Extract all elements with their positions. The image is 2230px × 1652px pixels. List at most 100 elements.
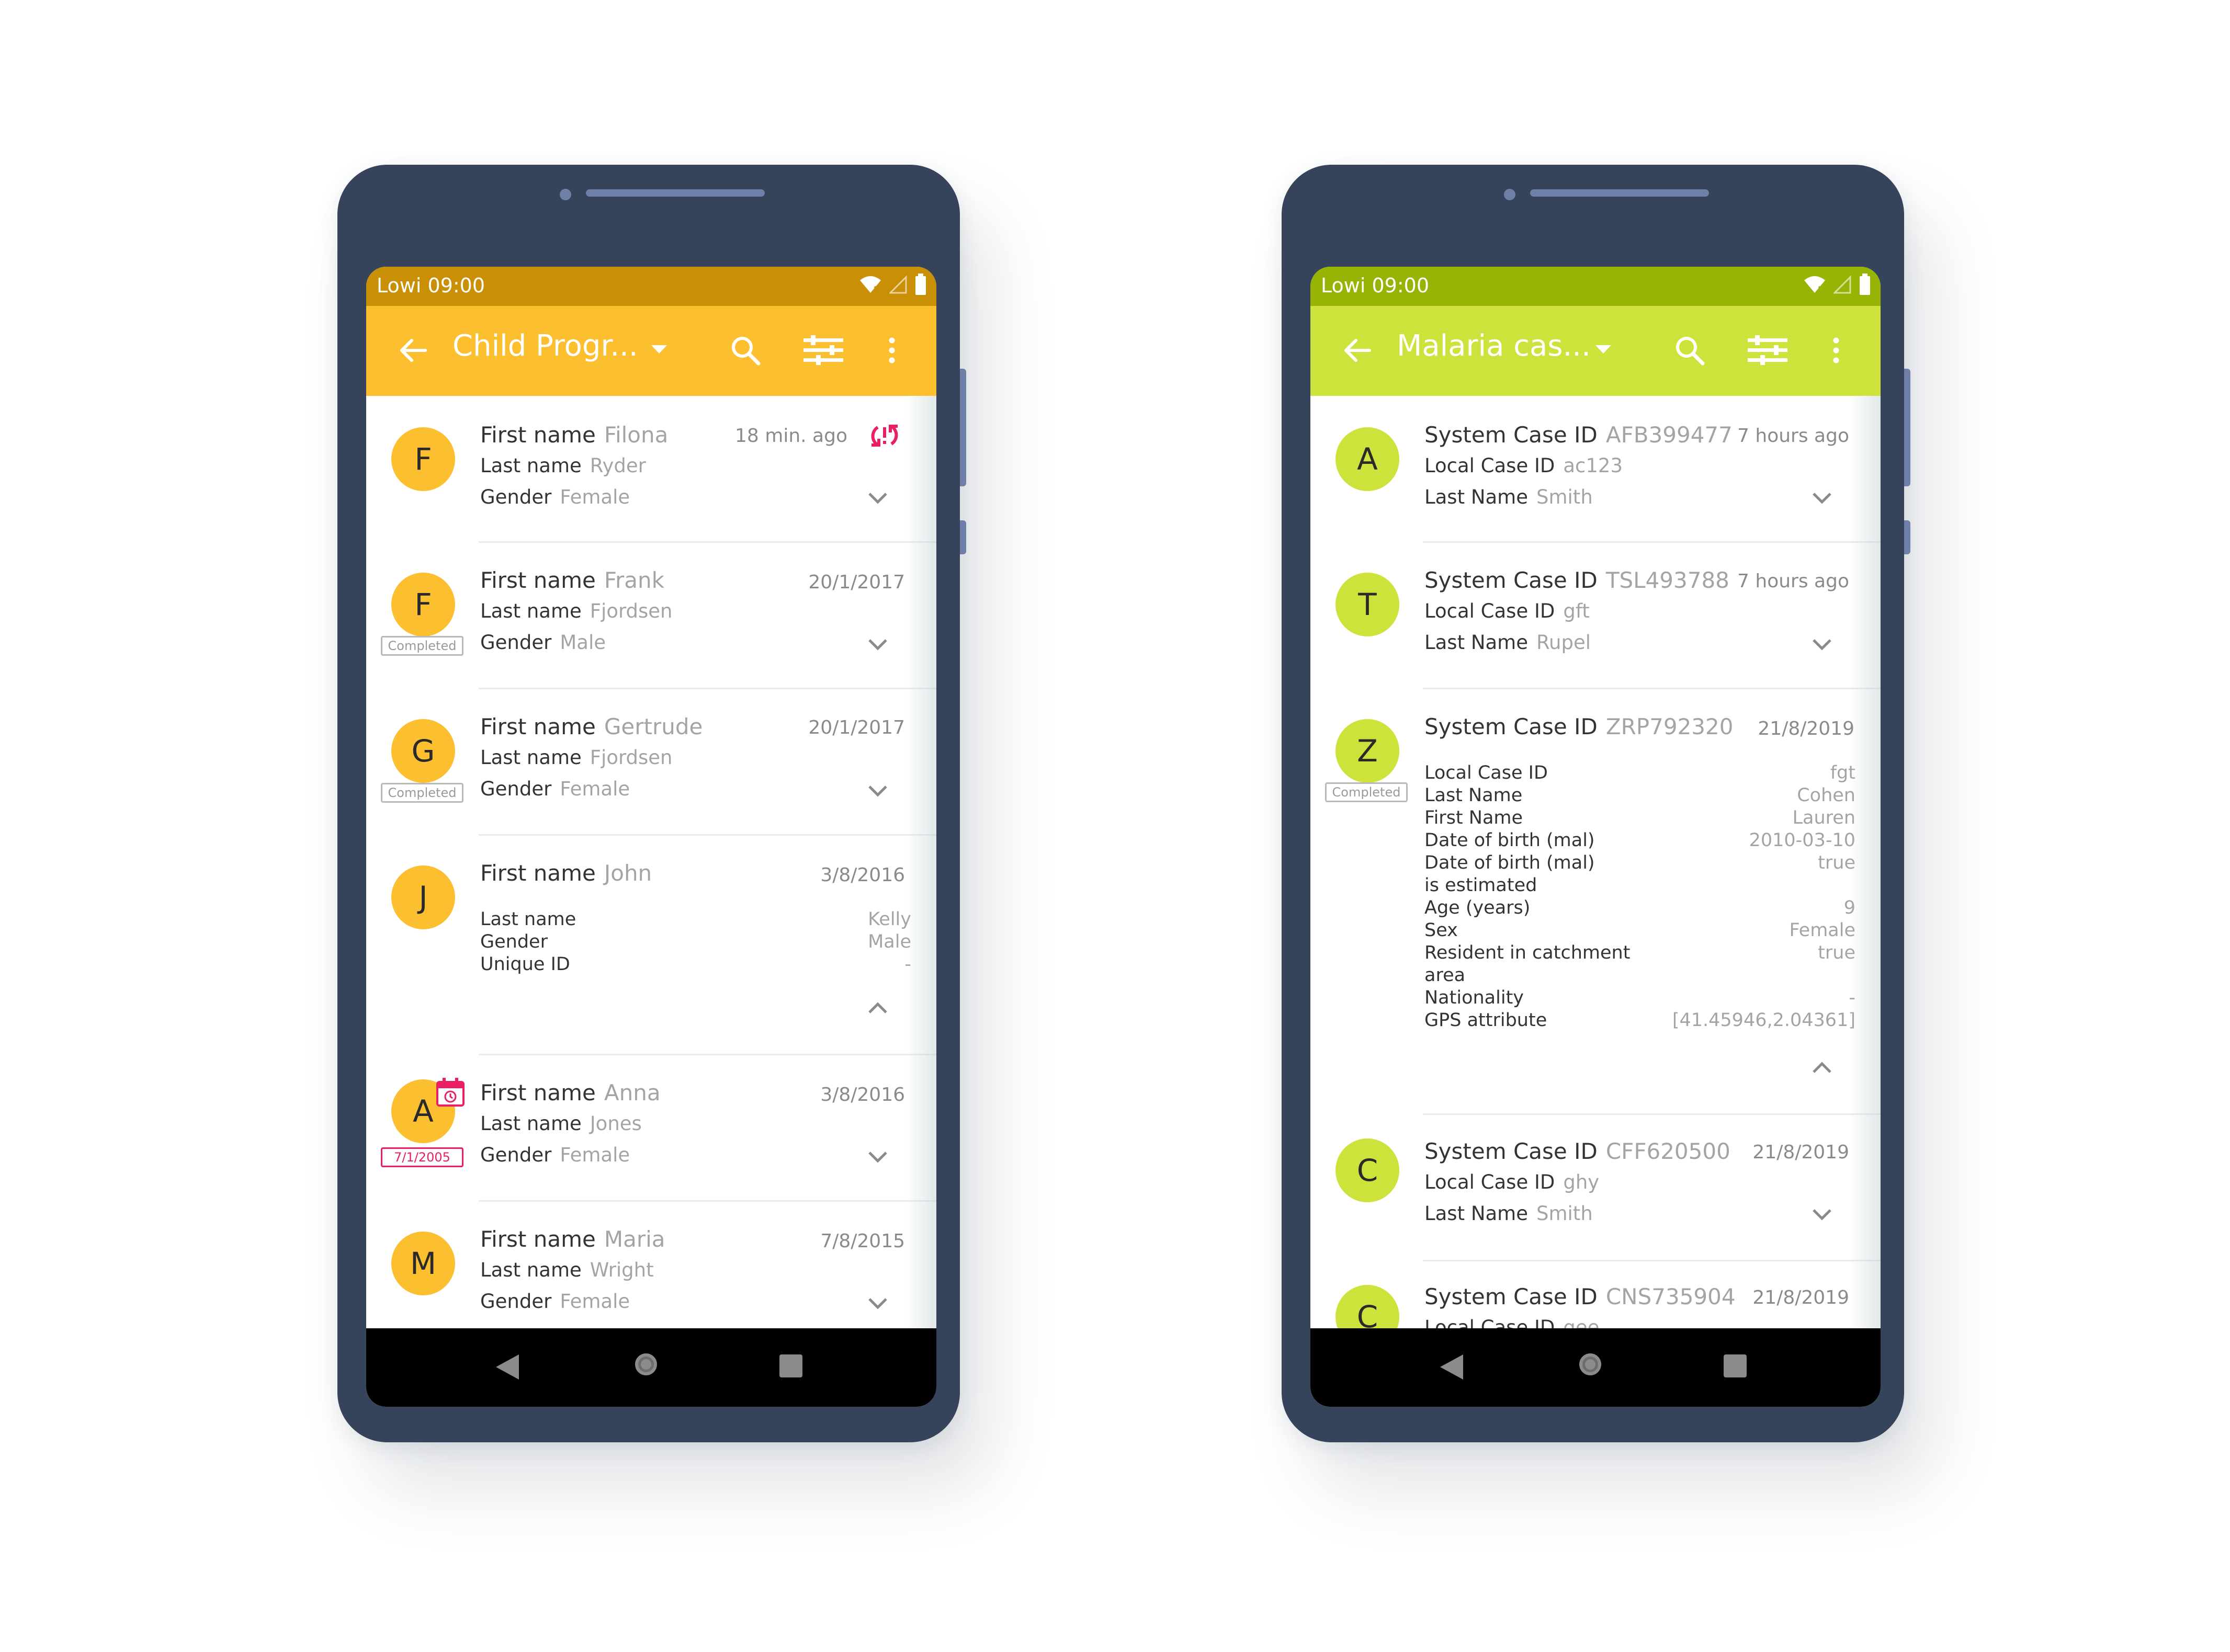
attribute-label: System Case ID xyxy=(1424,567,1598,593)
attribute-label: Last name xyxy=(480,600,582,622)
attribute-label: System Case ID xyxy=(1424,422,1598,448)
attribute-label: System Case ID xyxy=(1424,714,1598,739)
back-arrow-icon[interactable] xyxy=(1339,332,1376,369)
avatar: Z xyxy=(1335,719,1399,783)
attribute-label: First Name xyxy=(1424,807,1523,828)
calendar-alarm-icon xyxy=(436,1078,465,1107)
signal-icon xyxy=(1833,275,1851,294)
attribute-label: Gender xyxy=(480,931,548,952)
volume-button xyxy=(1904,369,1910,486)
chevron-up-icon[interactable] xyxy=(1812,1061,1832,1075)
dropdown-caret-icon[interactable] xyxy=(1595,345,1611,354)
attribute-value: 2010-03-10 xyxy=(1749,830,1855,851)
attribute-label: Last name xyxy=(480,909,576,930)
chevron-down-icon[interactable] xyxy=(867,491,888,505)
attribute-value: Female xyxy=(560,1144,630,1166)
filter-icon[interactable] xyxy=(800,332,847,369)
camera-dot xyxy=(560,189,571,200)
enrollment-date: 21/8/2019 xyxy=(1758,718,1854,739)
status-bar: Lowi 09:00 xyxy=(1310,267,1881,306)
attribute-label: Gender xyxy=(480,778,552,800)
attribute-value: Smith xyxy=(1536,486,1593,508)
avatar: F xyxy=(391,573,455,636)
phone-frame-right: Lowi 09:00 Malaria cas... A System Case … xyxy=(1282,165,1910,1442)
status-bar: Lowi 09:00 xyxy=(366,267,936,306)
nav-recents-icon[interactable] xyxy=(1724,1354,1747,1377)
attribute-value: Filona xyxy=(604,422,669,448)
avatar: F xyxy=(391,427,455,491)
nav-home-icon[interactable] xyxy=(635,1353,657,1375)
attribute-value: Rupel xyxy=(1536,631,1591,654)
attribute-value: Jones xyxy=(590,1112,642,1135)
attribute-label: System Case ID xyxy=(1424,1138,1598,1164)
phone-frame-left: Lowi 09:00 Child Progr... F First name Fi… xyxy=(337,165,966,1442)
attribute-value: Anna xyxy=(604,1080,661,1106)
list-item[interactable]: C System Case ID CFF620500 Local Case ID g… xyxy=(1310,1114,1881,1260)
app-toolbar: Child Progr... xyxy=(366,306,936,396)
program-title[interactable]: Child Progr... xyxy=(452,329,638,363)
list-item[interactable]: C System Case ID CNS735904 Local Case ID g… xyxy=(1310,1261,1881,1328)
chevron-up-icon[interactable] xyxy=(867,1001,888,1015)
power-button xyxy=(1904,520,1910,554)
enrollment-date: 21/8/2019 xyxy=(1752,1287,1849,1308)
nav-home-icon[interactable] xyxy=(1579,1353,1601,1375)
avatar: C xyxy=(1335,1138,1399,1202)
last-updated: 7 hours ago xyxy=(1737,571,1849,592)
nav-recents-icon[interactable] xyxy=(779,1354,802,1377)
status-badge: Completed xyxy=(381,783,463,803)
carrier-name: Lowi xyxy=(377,274,422,297)
attribute-label: Gender xyxy=(480,631,552,654)
enrollment-date: 20/1/2017 xyxy=(808,572,905,593)
chevron-down-icon[interactable] xyxy=(1812,637,1832,651)
chevron-down-icon[interactable] xyxy=(1812,491,1832,505)
chevron-down-icon[interactable] xyxy=(867,784,888,797)
list-item[interactable]: T System Case ID TSL493788 Local Case ID g… xyxy=(1310,542,1881,688)
attribute-value: true xyxy=(1818,942,1855,963)
chevron-down-icon[interactable] xyxy=(867,1296,888,1310)
attribute-value: fgt xyxy=(1830,762,1855,783)
system-navigation-bar xyxy=(1310,1328,1881,1407)
dropdown-caret-icon[interactable] xyxy=(651,345,667,354)
attribute-label: First name xyxy=(480,714,596,739)
list-item[interactable]: F Completed First name Frank Last name Fjo… xyxy=(366,542,936,688)
list-item[interactable]: A 7/1/2005 First name Anna Last name Jones… xyxy=(366,1055,936,1200)
list-item-expanded[interactable]: J First name John 3/8/2016 Last name Kell… xyxy=(366,835,936,1054)
program-title[interactable]: Malaria cas... xyxy=(1397,329,1591,363)
attribute-value: Male xyxy=(560,631,606,654)
attribute-label: Last Name xyxy=(1424,486,1528,508)
list-item-expanded[interactable]: Z Completed System Case ID ZRP792320 21/8… xyxy=(1310,689,1881,1112)
attribute-label: Local Case ID xyxy=(1424,1316,1555,1328)
filter-icon[interactable] xyxy=(1745,332,1792,369)
search-icon[interactable] xyxy=(1671,332,1708,369)
status-badge: Completed xyxy=(381,636,463,656)
list-item[interactable]: F First name Filona Last name Ryder Gender… xyxy=(366,396,936,541)
power-button xyxy=(960,520,966,554)
speaker-grille xyxy=(586,189,765,197)
attribute-label: Date of birth (mal) xyxy=(1424,830,1595,851)
back-arrow-icon[interactable] xyxy=(395,332,432,369)
tei-list: F First name Filona Last name Ryder Gender… xyxy=(366,396,936,1328)
avatar: T xyxy=(1335,573,1399,636)
sync-error-icon[interactable] xyxy=(867,420,902,451)
attribute-label: Gender xyxy=(480,1290,552,1313)
chevron-down-icon[interactable] xyxy=(1812,1207,1832,1221)
attribute-value: ZRP792320 xyxy=(1605,714,1734,739)
attribute-value: Ryder xyxy=(590,454,646,477)
chevron-down-icon[interactable] xyxy=(867,637,888,651)
battery-icon xyxy=(915,274,926,295)
attribute-value: ghy xyxy=(1563,1171,1600,1193)
chevron-down-icon[interactable] xyxy=(867,1150,888,1164)
attribute-label: Gender xyxy=(480,1144,552,1166)
more-options-icon[interactable] xyxy=(881,332,902,369)
attribute-label: Local Case ID xyxy=(1424,600,1555,622)
nav-back-icon[interactable] xyxy=(496,1354,519,1380)
nav-back-icon[interactable] xyxy=(1440,1354,1463,1380)
list-item[interactable]: M First name Maria Last name Wright Gender… xyxy=(366,1201,936,1328)
tei-list: A System Case ID AFB399477 Local Case ID a… xyxy=(1310,396,1881,1328)
more-options-icon[interactable] xyxy=(1826,332,1847,369)
attribute-label: Unique ID xyxy=(480,954,570,975)
list-item[interactable]: A System Case ID AFB399477 Local Case ID a… xyxy=(1310,396,1881,541)
list-item[interactable]: G Completed First name Gertrude Last name… xyxy=(366,689,936,834)
search-icon[interactable] xyxy=(727,332,764,369)
enrollment-date: 20/1/2017 xyxy=(808,717,905,738)
